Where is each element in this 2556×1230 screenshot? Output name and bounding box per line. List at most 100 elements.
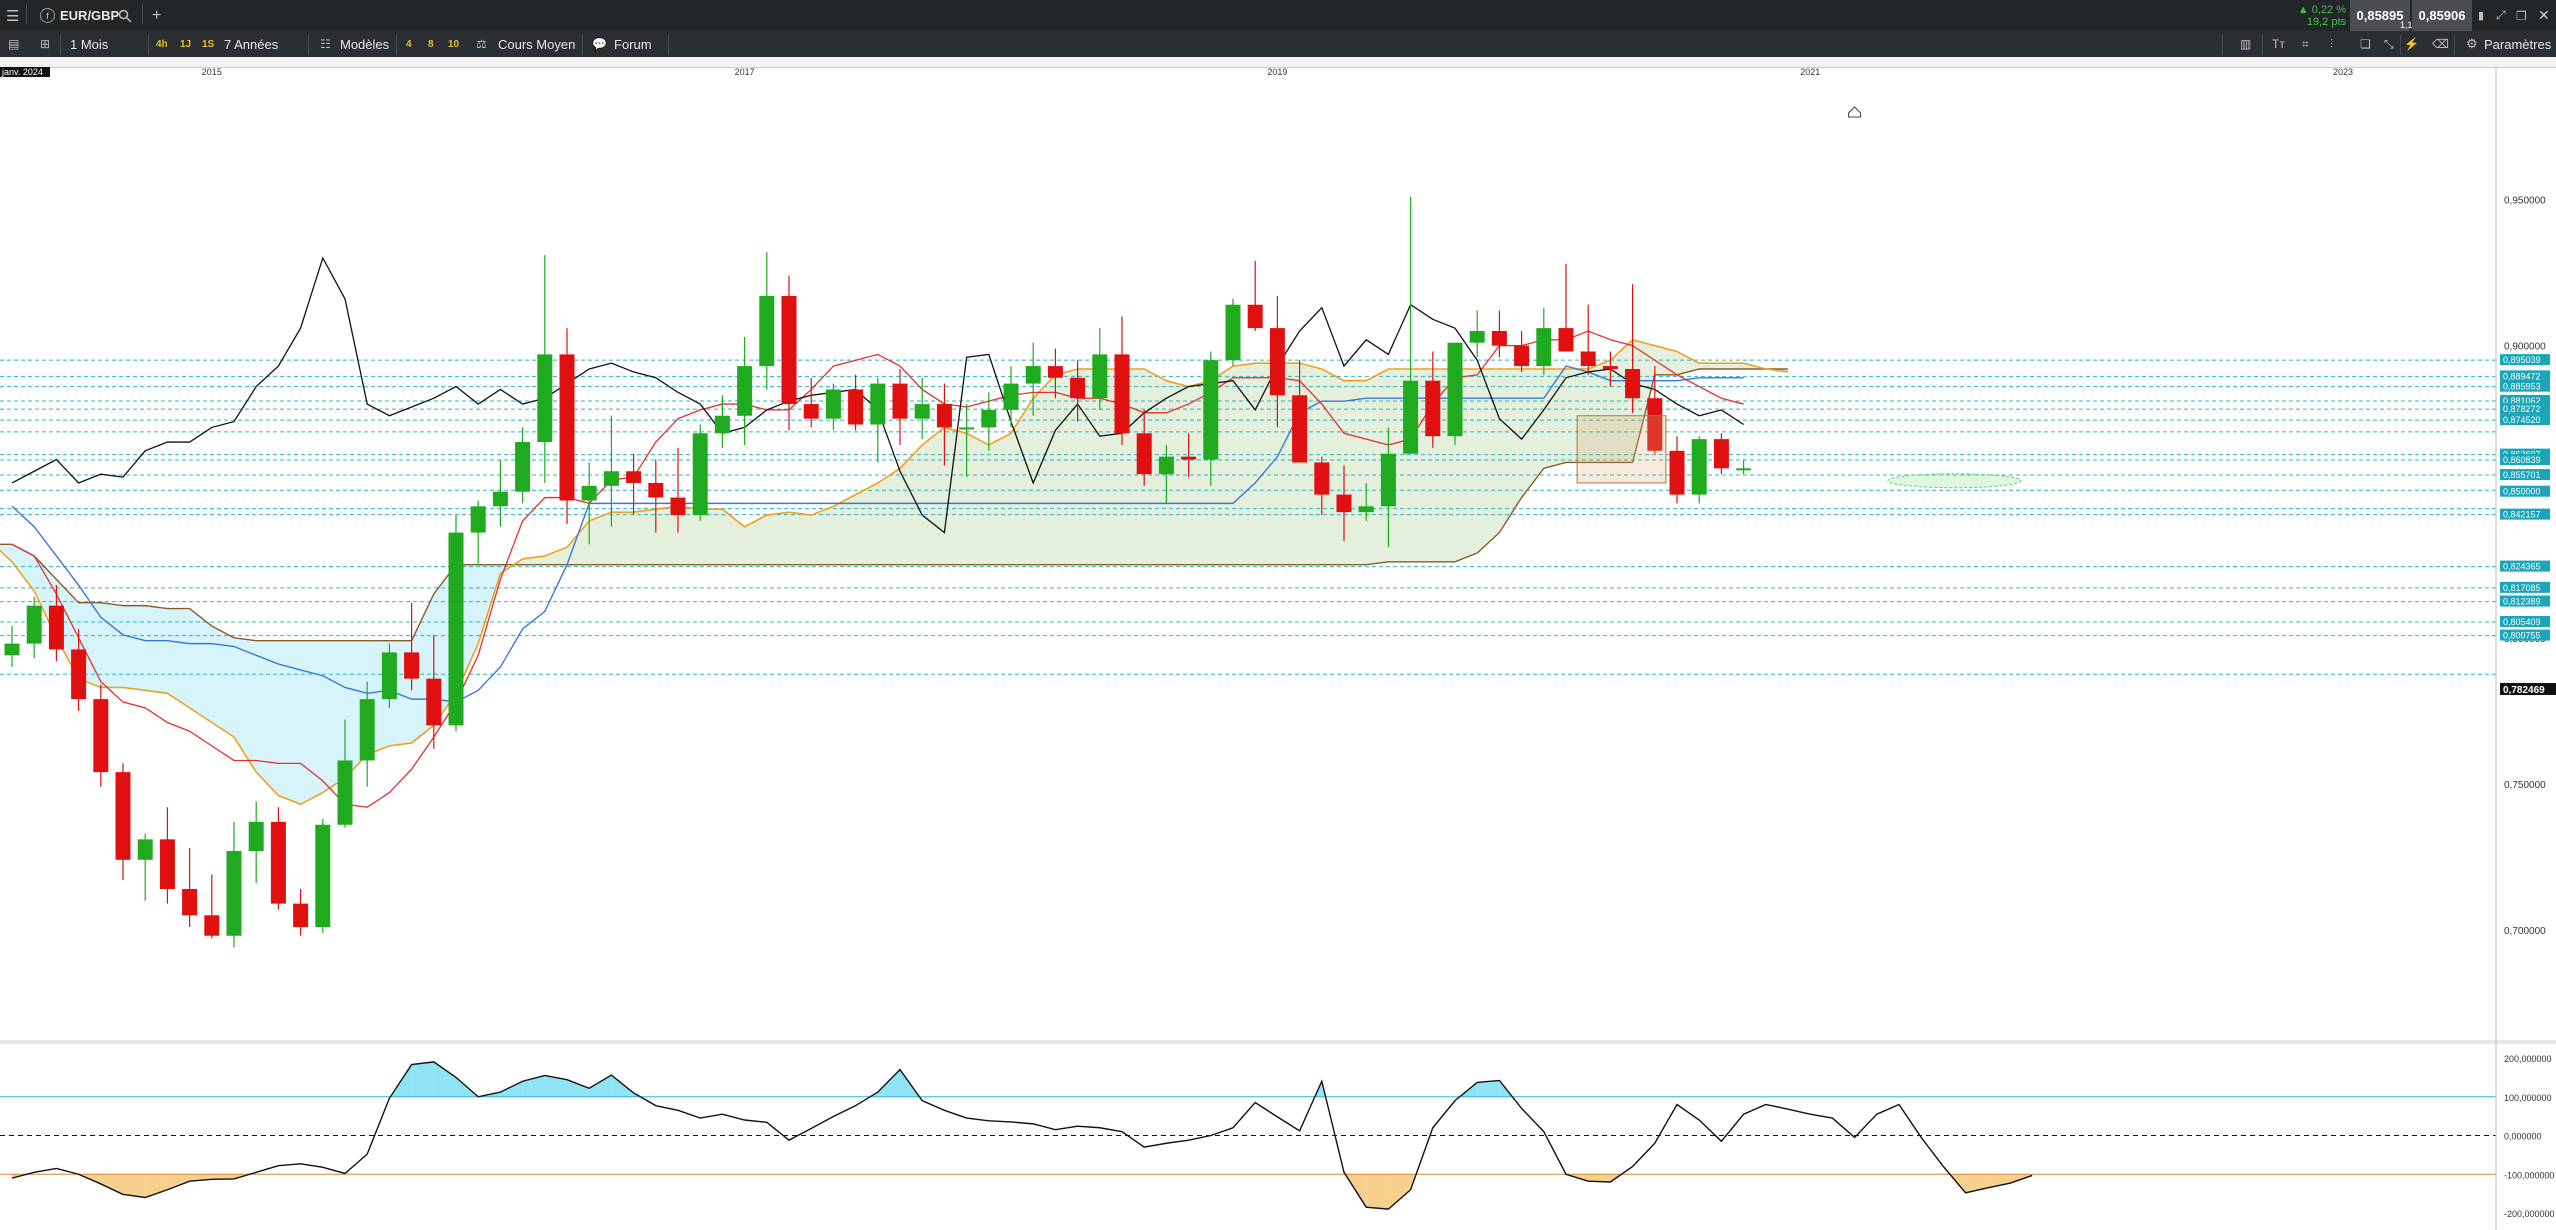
- compare-icon[interactable]: ⤡: [2384, 31, 2394, 57]
- candle-body: [1203, 360, 1219, 460]
- add-tab-icon[interactable]: +: [152, 0, 161, 31]
- year-tick-label: 2015: [202, 67, 222, 77]
- period-selector[interactable]: 1 Mois: [70, 31, 108, 57]
- timeframe-1s[interactable]: 1S: [202, 31, 214, 57]
- candle-body: [1158, 456, 1174, 475]
- candle: [892, 369, 908, 445]
- cloud-segment: [300, 640, 324, 805]
- candle: [470, 500, 486, 565]
- cloud-segment: [1032, 374, 1056, 566]
- current-date-text: janv. 2024: [1, 67, 43, 77]
- cci-tick-label: 100,000000: [2504, 1093, 2552, 1103]
- template-4[interactable]: 4: [406, 31, 412, 57]
- candle: [448, 515, 464, 732]
- cloud-segment: [877, 467, 901, 566]
- level-price-tag: 0,850000: [2500, 485, 2550, 497]
- candle-body: [581, 485, 597, 501]
- candle-body: [1336, 494, 1352, 513]
- candle: [537, 255, 553, 483]
- maximize-icon[interactable]: ❐: [2516, 0, 2527, 31]
- cci-zone-fill: [1366, 1174, 1389, 1210]
- layers-icon[interactable]: ❏: [2360, 31, 2371, 57]
- drawing-tools-icon[interactable]: ▥: [2240, 31, 2251, 57]
- candle-body: [737, 366, 753, 416]
- template-8[interactable]: 8: [428, 31, 434, 57]
- candle-body: [759, 295, 775, 367]
- range-selector[interactable]: 7 Années: [224, 31, 278, 57]
- cloud-segment: [189, 607, 213, 724]
- last-price-text: 0,782469: [2503, 685, 2545, 696]
- forum-icon[interactable]: 💬: [592, 31, 607, 57]
- cloud-segment: [611, 511, 634, 566]
- candle: [848, 374, 864, 431]
- templates-button[interactable]: Modèles: [340, 31, 389, 57]
- price-chart[interactable]: 200,000000 100,000000 0,000000 -100,000000 -…: [0, 67, 2556, 1230]
- candle-body: [1669, 450, 1685, 495]
- search-icon[interactable]: [118, 0, 132, 31]
- cci-zone-fill: [411, 1061, 434, 1097]
- buy-price-button[interactable]: 0,85906: [2412, 0, 2472, 31]
- candle: [204, 874, 220, 939]
- cloud-segment: [144, 605, 168, 694]
- candle-body: [492, 491, 508, 507]
- candle-body: [1713, 439, 1729, 469]
- candle: [1580, 304, 1596, 375]
- text-tool-icon[interactable]: Tт: [2272, 31, 2285, 57]
- gear-icon[interactable]: ⚙: [2466, 31, 2478, 57]
- candle: [1491, 310, 1507, 358]
- candle: [626, 453, 642, 516]
- level-price-tag: 0,812389: [2500, 595, 2550, 607]
- chart-panel-icon[interactable]: ▮: [2478, 0, 2484, 31]
- close-icon[interactable]: ✕: [2538, 0, 2550, 31]
- average-price-button[interactable]: Cours Moyen: [498, 31, 575, 57]
- level-price-tag: 0,800755: [2500, 629, 2550, 641]
- cloud-segment: [1543, 368, 1567, 469]
- candle: [115, 763, 131, 881]
- candle-body: [1292, 395, 1308, 463]
- pin-icon[interactable]: ⤢: [2496, 0, 2506, 31]
- candle: [870, 377, 886, 463]
- candle-body: [1425, 380, 1441, 437]
- candle-body: [892, 383, 908, 419]
- candle-body: [1380, 453, 1396, 507]
- cloud-segment: [788, 511, 812, 566]
- candle: [1736, 459, 1752, 475]
- candle-body: [1469, 331, 1485, 343]
- current-date-tag: janv. 2024: [0, 67, 50, 77]
- pattern-icon[interactable]: ⫶: [2330, 31, 2333, 57]
- timeframe-4h[interactable]: 4h: [156, 31, 168, 57]
- candle: [714, 395, 730, 448]
- candle-body: [381, 652, 397, 700]
- candle-body: [48, 605, 64, 650]
- template-10[interactable]: 10: [448, 31, 459, 57]
- eraser-icon[interactable]: ⌫: [2432, 31, 2449, 57]
- forum-button[interactable]: Forum: [614, 31, 652, 57]
- instrument-info-icon[interactable]: f: [40, 0, 55, 31]
- scroll-marker-icon: [1848, 106, 1862, 118]
- cloud-segment: [744, 514, 768, 566]
- candle: [293, 889, 309, 936]
- candle-body: [626, 471, 642, 483]
- year-tick-label: 2023: [2333, 67, 2353, 77]
- candle-body: [159, 839, 175, 890]
- settings-button[interactable]: Paramètres: [2484, 31, 2551, 57]
- fibonacci-icon[interactable]: ⌗: [2302, 31, 2309, 57]
- candle-body: [870, 383, 886, 425]
- cloud-segment: [633, 508, 657, 566]
- candle-body: [714, 415, 730, 434]
- cloud-segment: [1476, 368, 1500, 554]
- timeframe-1j[interactable]: 1J: [180, 31, 191, 57]
- list-icon[interactable]: ▤: [8, 31, 19, 57]
- chart-type-icon[interactable]: ⚖: [476, 31, 487, 57]
- candle-body: [936, 404, 952, 428]
- candle-body: [1491, 331, 1507, 346]
- level-tag-text: 0,895039: [2503, 355, 2541, 365]
- alert-icon[interactable]: ⚡: [2404, 31, 2419, 57]
- cci-zone-fill: [1388, 1174, 1411, 1210]
- menu-icon[interactable]: ☰: [6, 0, 19, 31]
- instrument-symbol: EUR/GBP: [60, 8, 120, 23]
- templates-icon[interactable]: ☷: [320, 31, 331, 57]
- grid-icon[interactable]: ⊞: [40, 31, 50, 57]
- cloud-segment: [1232, 362, 1256, 566]
- candle: [1114, 316, 1130, 445]
